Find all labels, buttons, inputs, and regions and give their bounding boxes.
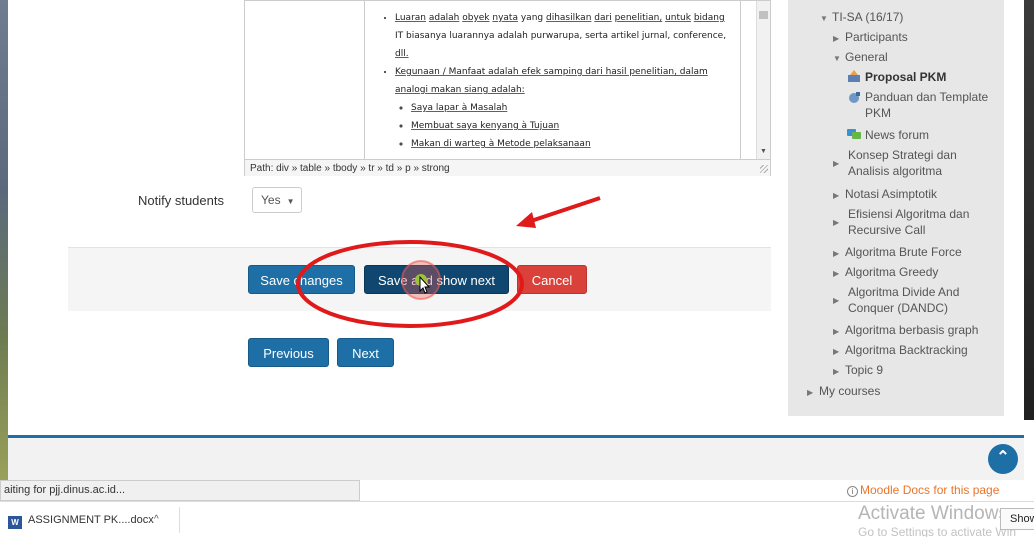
- sidebar-item-general[interactable]: ▼ General: [833, 49, 888, 67]
- save-changes-button[interactable]: Save changes: [248, 265, 355, 294]
- collapsed-triangle-icon: ▶: [833, 327, 840, 336]
- sidebar-item-notasi[interactable]: ▶ Notasi Asimptotik: [833, 186, 937, 204]
- page-footer: [8, 438, 1024, 480]
- course-navigation-sidebar: ▼ TI-SA (16/17) ▶ Participants ▼ General Pr…: [788, 0, 1004, 416]
- chevron-up-icon[interactable]: ^: [154, 507, 159, 533]
- editor-bullet: Kegunaan / Manfaat adalah efek samping d…: [395, 63, 730, 153]
- collapsed-triangle-icon: ▶: [833, 347, 840, 356]
- word-icon: W: [8, 516, 22, 529]
- download-item[interactable]: W ASSIGNMENT PK....docx ^: [8, 507, 180, 533]
- sidebar-item-dandc[interactable]: ▶ Algoritma Divide And Conquer (DANDC): [833, 284, 993, 316]
- annotation-arrow-head: [516, 212, 536, 228]
- desktop-right-edge: [1024, 0, 1034, 420]
- moodle-page: Luaran adalah obyek nyata yang dihasilka…: [8, 0, 1024, 480]
- show-all-downloads-button[interactable]: Show: [1000, 508, 1034, 530]
- editor-table-left-cell: [245, 1, 365, 159]
- editor-sub-bullet: Membuat saya kenyang à Tujuan: [411, 117, 730, 135]
- scroll-down-arrow-icon[interactable]: ▼: [760, 148, 767, 155]
- sidebar-item-course[interactable]: ▼ TI-SA (16/17): [820, 9, 903, 27]
- cancel-button[interactable]: Cancel: [517, 265, 587, 294]
- sidebar-item-participants[interactable]: ▶ Participants: [833, 29, 908, 47]
- collapsed-triangle-icon: ▶: [833, 296, 840, 305]
- assignment-icon: [848, 70, 860, 82]
- editor-sub-bullet: Makan di warteg à Metode pelaksanaan: [411, 135, 730, 153]
- sidebar-item-brute-force[interactable]: ▶ Algoritma Brute Force: [833, 244, 962, 262]
- collapsed-triangle-icon: ▶: [833, 249, 840, 258]
- browser-status-bar: aiting for pjj.dinus.ac.id...: [0, 480, 360, 501]
- notify-students-label: Notify students: [138, 193, 224, 208]
- sidebar-item-konsep[interactable]: ▶ Konsep Strategi dan Analisis algoritma: [833, 147, 993, 179]
- activate-windows-subtitle: Go to Settings to activate Win: [858, 525, 1017, 537]
- info-icon: i: [847, 486, 858, 497]
- desktop-left-edge: [0, 0, 8, 480]
- rich-text-editor[interactable]: Luaran adalah obyek nyata yang dihasilka…: [244, 0, 771, 176]
- save-and-show-next-button[interactable]: Save and show next: [364, 265, 509, 294]
- annotation-arrow-line: [527, 196, 601, 224]
- resource-icon: [849, 92, 860, 103]
- chevron-down-icon: ▼: [286, 197, 295, 206]
- sidebar-item-greedy[interactable]: ▶ Algoritma Greedy: [833, 264, 938, 282]
- collapsed-triangle-icon: ▶: [833, 367, 840, 376]
- moodle-docs-link[interactable]: i Moodle Docs for this page: [847, 483, 999, 497]
- collapsed-triangle-icon: ▶: [833, 34, 840, 43]
- sidebar-item-graph[interactable]: ▶ Algoritma berbasis graph: [833, 322, 978, 340]
- sidebar-item-news-forum[interactable]: News forum: [847, 127, 929, 143]
- editor-path-bar: Path: div » table » tbody » tr » td » p …: [245, 159, 770, 176]
- sidebar-item-backtracking[interactable]: ▶ Algoritma Backtracking: [833, 342, 968, 360]
- notify-students-select[interactable]: Yes ▼: [252, 187, 302, 213]
- collapsed-triangle-icon: ▶: [833, 269, 840, 278]
- sidebar-item-my-courses[interactable]: ▶ My courses: [807, 383, 880, 401]
- editor-content[interactable]: Luaran adalah obyek nyata yang dihasilka…: [365, 1, 741, 159]
- collapsed-triangle-icon: ▶: [833, 191, 840, 200]
- editor-sub-bullet: Saya lapar à Masalah: [411, 99, 730, 117]
- collapsed-triangle-icon: ▶: [833, 218, 840, 227]
- notify-students-value: Yes: [261, 193, 281, 207]
- forum-icon: [847, 129, 861, 139]
- editor-resize-grip[interactable]: [760, 165, 768, 173]
- activate-windows-watermark: Activate Windows: [858, 503, 1008, 524]
- next-button[interactable]: Next: [337, 338, 394, 367]
- sidebar-item-efisiensi[interactable]: ▶ Efisiensi Algoritma dan Recursive Call: [833, 206, 993, 238]
- chevron-up-icon: ⌃: [996, 449, 1010, 466]
- sidebar-item-topic-9[interactable]: ▶ Topic 9: [833, 362, 883, 380]
- editor-scrollbar[interactable]: ▼: [756, 1, 770, 159]
- collapsed-triangle-icon: ▶: [807, 388, 814, 397]
- sidebar-item-panduan[interactable]: Panduan dan Template PKM: [847, 89, 997, 121]
- back-to-top-button[interactable]: ⌃: [988, 444, 1018, 474]
- expanded-triangle-icon: ▼: [820, 14, 828, 23]
- expanded-triangle-icon: ▼: [833, 54, 841, 63]
- previous-button[interactable]: Previous: [248, 338, 329, 367]
- sidebar-item-proposal-pkm[interactable]: Proposal PKM: [847, 69, 946, 85]
- editor-bullet: Luaran adalah obyek nyata yang dihasilka…: [395, 9, 730, 63]
- collapsed-triangle-icon: ▶: [833, 159, 840, 168]
- editor-scrollbar-thumb[interactable]: [759, 11, 768, 19]
